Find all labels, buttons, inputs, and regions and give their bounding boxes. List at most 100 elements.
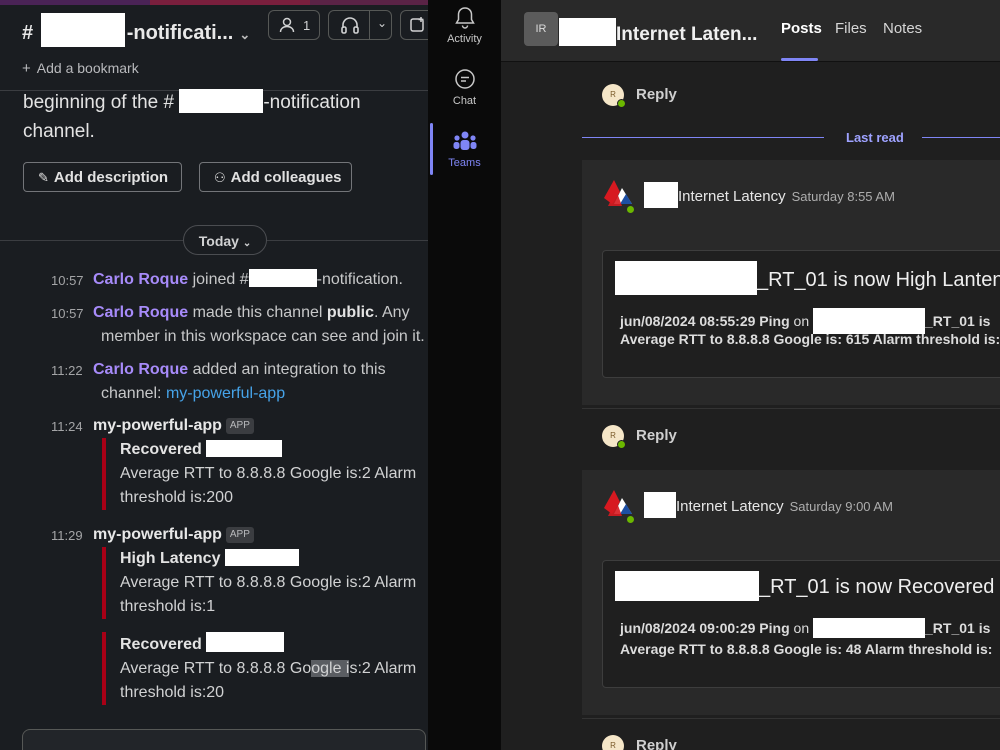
attachment-text: s:2 Alarm: [349, 660, 417, 677]
channel-title: Internet Laten...: [559, 18, 757, 46]
rail-item-activity[interactable]: Activity: [428, 6, 501, 45]
pencil-icon: ✎: [38, 170, 49, 185]
bot-avatar[interactable]: [600, 486, 640, 526]
plus-icon: +: [22, 60, 31, 77]
rail-item-teams[interactable]: Teams: [428, 130, 501, 169]
message-text: member in this workspace can see and joi…: [101, 328, 425, 345]
add-bookmark-button[interactable]: + Add a bookmark: [22, 60, 139, 77]
timestamp[interactable]: 10:57: [51, 302, 84, 326]
last-read-divider: Last read: [582, 128, 1000, 148]
card-rtt: Average RTT to 8.8.8.8 Google is: 48 Ala…: [620, 641, 993, 657]
channel-title[interactable]: # -notificati... ⌄: [22, 13, 250, 47]
timestamp[interactable]: 11:24: [51, 415, 83, 439]
rail-item-chat[interactable]: Chat: [428, 68, 501, 107]
message-text: made this channel: [188, 304, 327, 321]
card-text: on: [789, 620, 813, 636]
chevron-down-icon[interactable]: [369, 11, 370, 39]
sender-name[interactable]: Internet Latency: [676, 498, 784, 515]
active-tab-indicator: [781, 58, 818, 61]
presence-icon: [617, 99, 626, 108]
redacted-block: [206, 440, 283, 457]
add-description-button[interactable]: ✎ Add description: [23, 162, 182, 192]
message-attachment: High Latency Average RTT to 8.8.8.8 Goog…: [102, 547, 422, 619]
canvas-button[interactable]: [400, 10, 428, 40]
rail-label: Chat: [452, 95, 477, 107]
redacted-block: [644, 182, 678, 208]
last-read-label: Last read: [846, 130, 904, 145]
members-button[interactable]: 1: [268, 10, 320, 40]
date-divider-button[interactable]: Today ⌄: [183, 225, 267, 255]
chevron-down-icon: ⌄: [239, 27, 251, 42]
teams-icon: [453, 131, 476, 150]
reply-button[interactable]: R Reply: [582, 718, 1000, 750]
add-colleagues-label: Add colleagues: [230, 169, 342, 186]
reply-button[interactable]: R Reply: [582, 408, 1000, 460]
redacted-block: [644, 492, 676, 518]
redacted-block: [615, 571, 759, 601]
huddle-chevron-icon: ⌄: [377, 16, 388, 30]
channel-hash: #: [22, 22, 34, 44]
app-name[interactable]: my-powerful-app: [93, 417, 222, 434]
app-name[interactable]: my-powerful-app: [93, 526, 222, 543]
reply-label: Reply: [636, 427, 677, 444]
redacted-block: [206, 632, 285, 652]
attachment-text: Average RTT to 8.8.8.8 Google is:2 Alarm: [120, 465, 417, 482]
team-avatar[interactable]: IR: [524, 12, 558, 46]
channel-header: # -notificati... ⌄ 1 ⌄: [0, 5, 428, 49]
card-title: _RT_01 is now Recovered: [759, 576, 995, 598]
bookmark-label: Add a bookmark: [36, 60, 139, 76]
add-person-icon: ⚇: [214, 170, 226, 185]
huddle-button[interactable]: ⌄: [328, 10, 392, 40]
tab-posts[interactable]: Posts: [781, 20, 822, 37]
tab-notes[interactable]: Notes: [883, 20, 922, 37]
redacted-block: [40, 13, 125, 47]
reply-button[interactable]: R Reply: [582, 68, 1000, 120]
channel-title-text: Internet Laten...: [616, 24, 758, 45]
sender-name[interactable]: Internet Latency: [678, 188, 786, 205]
tab-files[interactable]: Files: [835, 20, 867, 37]
channel-intro: beginning of the # -notification channel…: [23, 88, 423, 146]
add-colleagues-button[interactable]: ⚇ Add colleagues: [199, 162, 352, 192]
teams-app-rail: Activity Chat Teams: [428, 0, 501, 750]
date-divider-label: Today: [198, 233, 239, 249]
reply-label: Reply: [636, 86, 677, 103]
post-sender: Internet Latency Saturday 9:00 AM: [644, 492, 893, 518]
intro-channel-name: -notification: [263, 92, 361, 113]
post-time: Saturday 8:55 AM: [791, 189, 895, 204]
redacted-block: [224, 549, 299, 566]
message-text: joined #: [188, 271, 249, 288]
message-text: -notification.: [316, 271, 403, 288]
message-text: . Any: [373, 304, 410, 321]
selected-text[interactable]: ogle i: [311, 660, 350, 677]
message-text: added an integration to this: [188, 361, 386, 378]
reply-label: Reply: [636, 737, 677, 750]
message-bold: public: [326, 304, 374, 321]
redacted-block: [813, 618, 925, 638]
adaptive-card: _RT_01 is now High Lantency jun/08/2024 …: [602, 250, 1000, 378]
slack-panel: # -notificati... ⌄ 1 ⌄ + Add a bookmark be…: [0, 0, 428, 750]
app-badge: APP: [225, 526, 254, 543]
attachment-text: Average RTT to 8.8.8.8 Google is:2 Alarm: [120, 574, 417, 591]
card-date: jun/08/2024 08:55:29 Ping: [620, 313, 790, 329]
integration-link[interactable]: my-powerful-app: [166, 385, 285, 402]
rail-label: Activity: [447, 33, 482, 45]
user-name[interactable]: Carlo Roque: [93, 361, 188, 378]
presence-icon: [625, 204, 636, 215]
rail-label: Teams: [448, 157, 481, 169]
redacted-block: [615, 261, 757, 295]
user-name[interactable]: Carlo Roque: [93, 304, 188, 321]
bot-avatar[interactable]: [600, 176, 640, 216]
presence-icon: [617, 440, 626, 449]
timestamp[interactable]: 11:22: [51, 359, 83, 383]
timestamp[interactable]: 10:57: [51, 269, 84, 293]
message-composer[interactable]: [22, 729, 426, 750]
timestamp[interactable]: 11:29: [51, 524, 83, 548]
user-name[interactable]: Carlo Roque: [93, 271, 188, 288]
chevron-down-icon: ⌄: [242, 238, 252, 249]
teams-header: IR Internet Laten... Posts Files Notes: [501, 0, 1000, 62]
redacted-block: [248, 269, 317, 287]
intro-text-line2: channel.: [23, 121, 95, 142]
message-attachment: Recovered Average RTT to 8.8.8.8 Google …: [102, 632, 422, 705]
person-icon: [279, 17, 295, 33]
post-sender: Internet Latency Saturday 8:55 AM: [644, 182, 895, 208]
